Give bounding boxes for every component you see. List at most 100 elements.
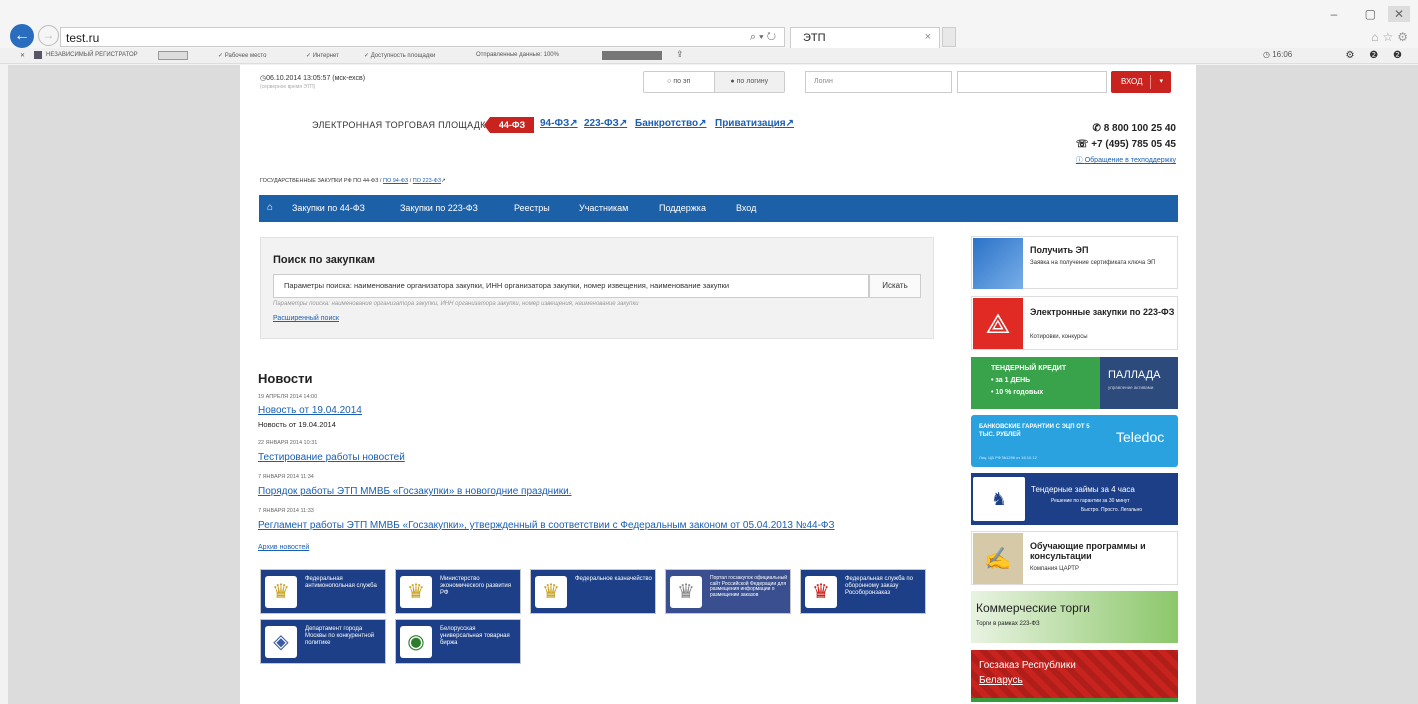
banner-belarus[interactable]: Госзаказ Республики Беларусь	[971, 650, 1178, 702]
banner-tender-credit[interactable]: ТЕНДЕРНЫЙ КРЕДИТ • за 1 ДЕНЬ • 10 % годо…	[971, 357, 1178, 409]
news-archive-link[interactable]: Архив новостей	[258, 544, 309, 551]
link-223fz[interactable]: 223-ФЗ↗	[584, 118, 627, 129]
minimize-maximize-icons[interactable]: – ▢	[1331, 7, 1388, 21]
phone-moscow: ☏ +7 (495) 785 05 45	[1075, 139, 1176, 150]
chevron-down-icon[interactable]: ▾	[1159, 71, 1163, 93]
link-privatization[interactable]: Приватизация↗	[715, 118, 794, 129]
news-heading: Новости	[258, 371, 313, 386]
mode-by-ep-label: по эп	[673, 78, 691, 85]
comm-desc: Торги в рамках 223-ФЗ	[976, 621, 1040, 627]
address-text[interactable]: test.ru	[66, 31, 99, 45]
news-date: 7 ЯНВАРЯ 2014 11:33	[258, 508, 314, 514]
toolbar-close-icon[interactable]: ✕	[20, 52, 25, 59]
login-input[interactable]: Логин	[805, 71, 952, 93]
gov-procurement-line: ГОСУДАРСТВЕННЫЕ ЗАКУПКИ РФ ПО 44-ФЗ / ПО…	[260, 178, 446, 184]
tab-close-icon[interactable]: ×	[925, 31, 931, 43]
login-button-label: ВХОД	[1121, 77, 1143, 86]
banner-tender-loans[interactable]: ♞ Тендерные займы за 4 часа Решение по г…	[971, 473, 1178, 525]
by-line2: Беларусь	[979, 675, 1023, 686]
link-bankruptcy[interactable]: Банкротство↗	[635, 118, 707, 129]
nav-item-login[interactable]: Вход	[736, 203, 756, 213]
partner-treasury[interactable]: ♛ Федеральное казначейство	[530, 569, 656, 614]
support-link[interactable]: ⓘ Обращение в техподдержку	[1076, 155, 1176, 165]
banner-teledoc[interactable]: БАНКОВСКИЕ ГАРАНТИИ С ЭЦП ОТ 5 ТЫС. РУБЛ…	[971, 415, 1178, 467]
gov-link-223fz[interactable]: ПО 223-ФЗ	[413, 178, 441, 184]
link-94fz[interactable]: 94-ФЗ↗	[540, 118, 578, 129]
link-223fz-label: 223-ФЗ	[584, 118, 619, 129]
home-icon[interactable]: ⌂	[267, 202, 273, 213]
datetime-text: 06.10.2014 13:05:57 (мск-ехсв)	[266, 75, 366, 82]
banner-education[interactable]: ✍ Обучающие программы и консультации Ком…	[971, 531, 1178, 585]
upload-icon[interactable]: ⇪	[676, 49, 684, 60]
search-hint: Параметры поиска: наименование организат…	[273, 301, 639, 307]
mode-by-login[interactable]: ● по логину	[713, 72, 784, 92]
news-link[interactable]: Тестирование работы новостей	[258, 452, 405, 463]
main-nav: ⌂ Закупки по 44-ФЗ Закупки по 223-ФЗ Рее…	[259, 195, 1178, 222]
forward-arrow-icon[interactable]: →	[38, 25, 59, 46]
partner-butb[interactable]: ◉ Белорусская универсальная товарная бир…	[395, 619, 521, 664]
browser-icons[interactable]: ⌂☆⚙	[1371, 30, 1412, 44]
server-note: (серверное время ЭТП)	[260, 84, 316, 90]
address-bar[interactable]: test.ru ⌕ ▾ ↻	[60, 27, 785, 47]
toolbar-workspace[interactable]: ✓ Рабочее место	[218, 52, 266, 59]
diamond-emblem-icon: ◈	[265, 626, 297, 658]
toolbar-right-icons[interactable]: ⚙ ❷ ❷	[1346, 50, 1408, 61]
usb-key-icon	[973, 238, 1023, 289]
gov-link-94fz[interactable]: ПО 94-ФЗ	[383, 178, 408, 184]
window-close-icon[interactable]: ✕	[1388, 6, 1410, 22]
mode-by-ep[interactable]: ○ по эп	[644, 72, 714, 92]
login-button[interactable]: ВХОД ▾	[1111, 71, 1171, 93]
nav-item-purchases-44fz[interactable]: Закупки по 44-ФЗ	[292, 203, 365, 213]
password-input[interactable]	[957, 71, 1107, 93]
news-date: 7 ЯНВАРЯ 2014 11:34	[258, 474, 314, 480]
advanced-search-link[interactable]: Расширенный поиск	[273, 315, 339, 322]
new-tab-button[interactable]	[942, 27, 956, 47]
partner-name: Департамент города Москвы по конкурентно…	[305, 626, 375, 646]
badge-44fz[interactable]: 44-ФЗ	[484, 117, 534, 133]
mode-by-login-label: по логину	[736, 78, 769, 85]
login-mode-toggle[interactable]: ○ по эп ● по логину	[643, 71, 785, 93]
registrar-label: НЕЗАВИСИМЫЙ РЕГИСТРАТОР	[46, 52, 138, 58]
handshake-icon: ✍	[973, 533, 1023, 584]
eagle-emblem-icon: ♛	[805, 576, 837, 608]
partner-fas[interactable]: ♛ Федеральная антимонопольная служба	[260, 569, 386, 614]
search-title: Поиск по закупкам	[273, 254, 375, 266]
partner-rosoboronzakaz[interactable]: ♛ Федеральная служба по оборонному заказ…	[800, 569, 926, 614]
toolbar-availability[interactable]: ✓ Доступность площадки	[364, 52, 435, 59]
nav-item-participants[interactable]: Участникам	[579, 203, 628, 213]
nav-item-registries[interactable]: Реестры	[514, 203, 550, 213]
nav-item-support[interactable]: Поддержка	[659, 203, 706, 213]
partner-zakupki-portal[interactable]: ♛ Портал госзакупок официальный сайт Рос…	[665, 569, 791, 614]
news-link[interactable]: Порядок работы ЭТП ММВБ «Госзакупки» в н…	[258, 486, 572, 497]
browser-chrome: ← → test.ru ⌕ ▾ ↻ ЭТП × – ▢ ✕ ⌂☆⚙	[0, 0, 1418, 48]
news-link[interactable]: Регламент работы ЭТП ММВБ «Госзакупки», …	[258, 520, 835, 531]
link-94fz-label: 94-ФЗ	[540, 118, 570, 129]
banner-223fz[interactable]: ⟁ Электронные закупки по 223-ФЗ Котировк…	[971, 296, 1178, 350]
progress-bar	[602, 51, 662, 60]
banner-get-ep[interactable]: Получить ЭП Заявка на получение сертифик…	[971, 236, 1178, 289]
search-input[interactable]: Параметры поиска: наименование организат…	[273, 274, 869, 298]
news-summary: Новость от 19.04.2014	[258, 420, 336, 429]
partner-moscow-dept[interactable]: ◈ Департамент города Москвы по конкурент…	[260, 619, 386, 664]
search-button[interactable]: Искать	[869, 274, 921, 298]
partner-minek[interactable]: ♛ Министерство экономического развития Р…	[395, 569, 521, 614]
news-link[interactable]: Новость от 19.04.2014	[258, 405, 362, 416]
credit-line2: • 10 % годовых	[991, 389, 1044, 396]
address-tools-icon[interactable]: ⌕ ▾ ↻	[750, 31, 776, 44]
news-date: 19 АПРЕЛЯ 2014 14:00	[258, 394, 318, 400]
teledoc-logo: Teledoc	[1116, 429, 1165, 445]
link-bankruptcy-label: Банкротство	[635, 118, 699, 129]
registrar-toolbar: ✕ НЕЗАВИСИМЫЙ РЕГИСТРАТОР ✓ Рабочее мест…	[0, 48, 1418, 64]
back-arrow-icon[interactable]: ←	[10, 24, 34, 48]
toolbar-box-icon[interactable]	[158, 51, 188, 60]
partner-name: Портал госзакупок официальный сайт Росси…	[710, 575, 788, 598]
nav-item-purchases-223fz[interactable]: Закупки по 223-ФЗ	[400, 203, 478, 213]
pallada-panel	[1100, 357, 1178, 409]
eagle-emblem-icon: ♛	[535, 576, 567, 608]
toolbar-internet[interactable]: ✓ Интернет	[306, 52, 339, 59]
browser-tab[interactable]: ЭТП ×	[790, 27, 940, 48]
phone-moscow-number: +7 (495) 785 05 45	[1091, 139, 1176, 150]
banner-title: Получить ЭП	[1030, 245, 1089, 255]
banner-commercial-tenders[interactable]: Коммерческие торги Торги в рамках 223-ФЗ	[971, 591, 1178, 643]
phone-main-number: 8 800 100 25 40	[1103, 123, 1176, 134]
